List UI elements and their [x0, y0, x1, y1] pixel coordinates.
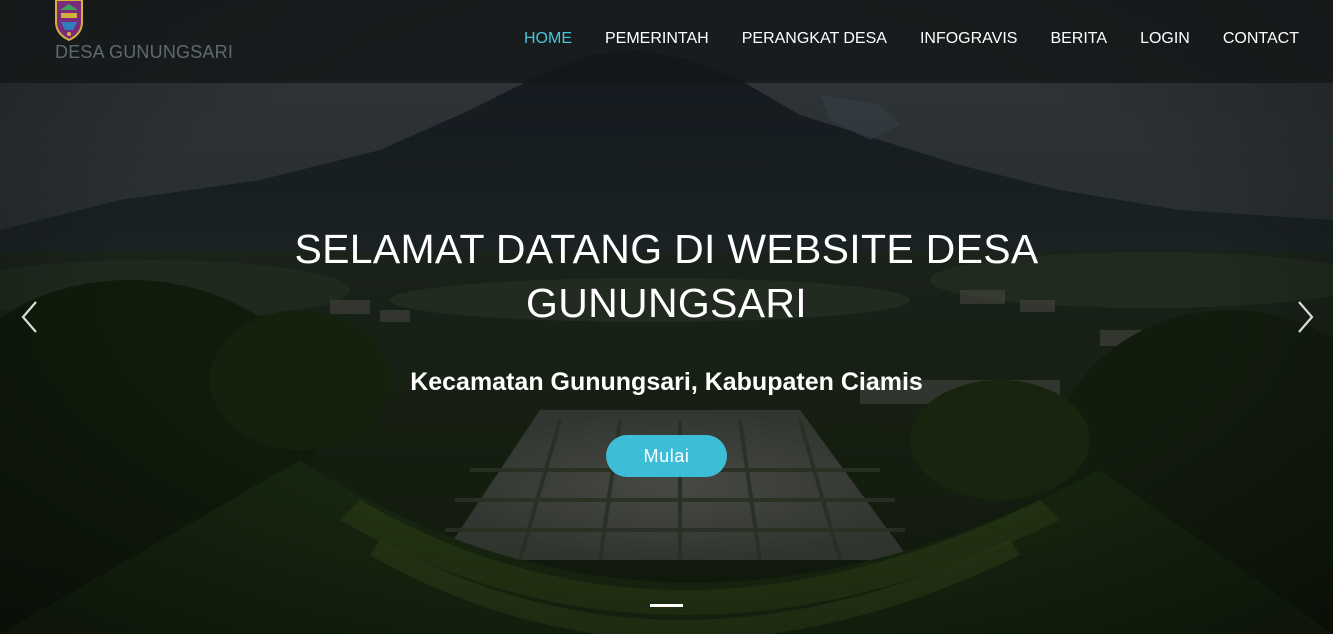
nav-item-berita[interactable]: BERITA — [1050, 30, 1107, 48]
main-nav: HOME PEMERINTAH PERANGKAT DESA INFOGRAVI… — [491, 0, 1299, 78]
start-button[interactable]: Mulai — [606, 435, 727, 477]
nav-item-contact[interactable]: CONTACT — [1223, 30, 1299, 48]
hero-title: SELAMAT DATANG DI WEBSITE DESA GUNUNGSAR… — [294, 226, 1039, 326]
hero-subtitle: Kecamatan Gunungsari, Kabupaten Ciamis — [410, 368, 923, 396]
carousel-indicators — [0, 604, 1333, 607]
brand-name: DESA GUNUNGSARI — [55, 42, 234, 62]
hero-caption: SELAMAT DATANG DI WEBSITE DESA GUNUNGSAR… — [0, 222, 1333, 477]
village-emblem-icon — [55, 0, 83, 42]
hero-carousel: DESA GUNUNGSARI HOME PEMERINTAH PERANGKA… — [0, 0, 1333, 634]
nav-item-pemerintah[interactable]: PEMERINTAH — [605, 30, 709, 48]
top-navbar: DESA GUNUNGSARI HOME PEMERINTAH PERANGKA… — [0, 0, 1333, 83]
carousel-indicator-active[interactable] — [650, 604, 683, 607]
nav-item-login[interactable]: LOGIN — [1140, 30, 1190, 48]
nav-item-infogravis[interactable]: INFOGRAVIS — [920, 30, 1018, 48]
nav-item-perangkat-desa[interactable]: PERANGKAT DESA — [742, 30, 887, 48]
nav-item-home[interactable]: HOME — [524, 30, 572, 48]
